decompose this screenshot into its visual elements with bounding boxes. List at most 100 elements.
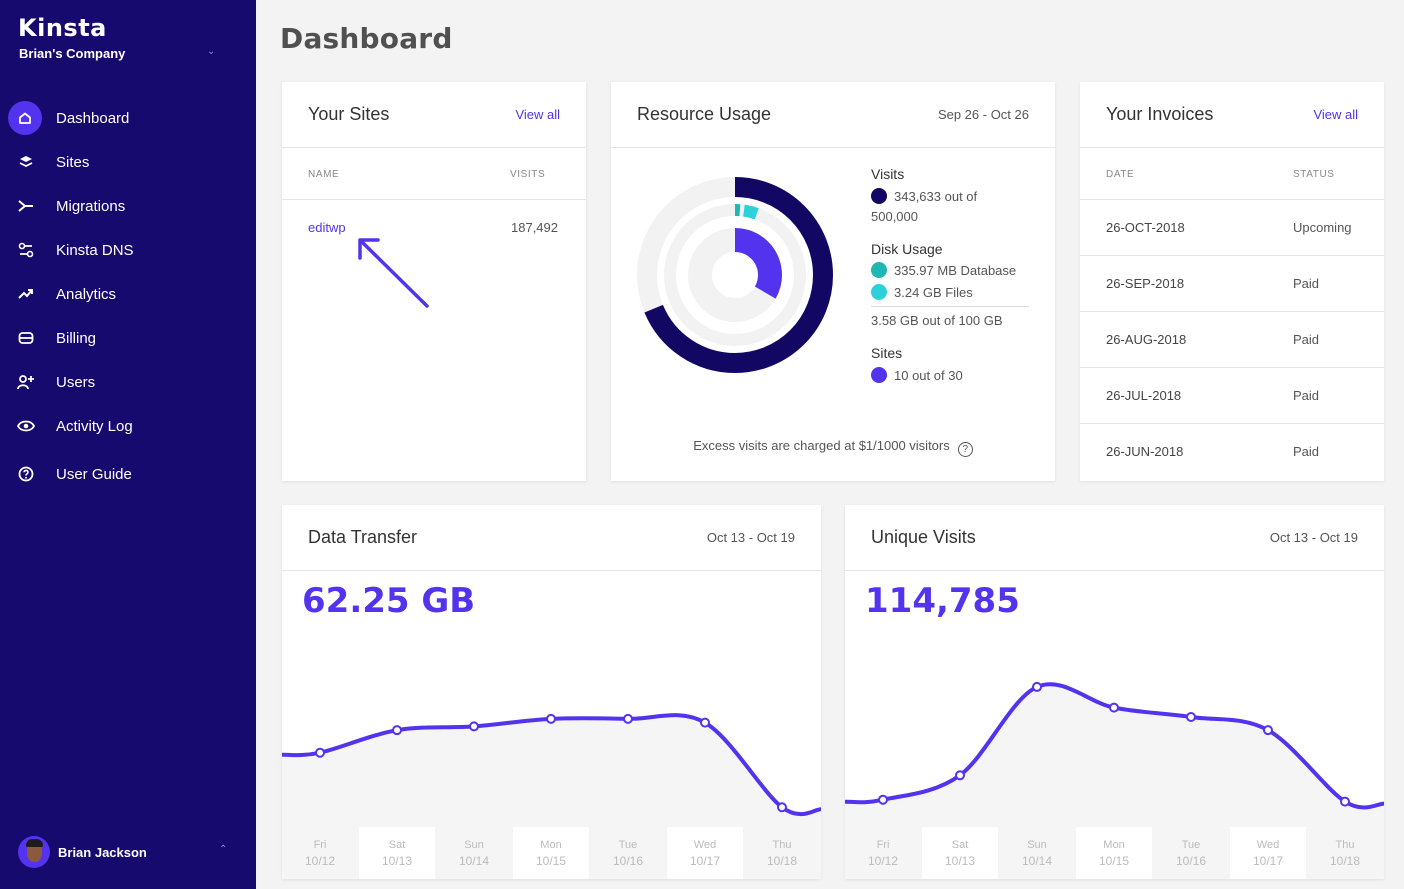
disk-total: 3.58 GB out of 100 GB bbox=[871, 313, 1003, 328]
visits-total: 500,000 bbox=[871, 209, 918, 224]
data-point[interactable] bbox=[1340, 796, 1350, 807]
table-row[interactable]: 26-OCT-2018 Upcoming bbox=[1080, 200, 1384, 256]
data-point[interactable] bbox=[777, 802, 787, 813]
data-point[interactable] bbox=[315, 747, 325, 758]
data-point[interactable] bbox=[623, 713, 633, 724]
kinsta-logo[interactable]: Kinsta bbox=[18, 14, 107, 42]
user-name: Brian Jackson bbox=[58, 844, 147, 860]
divider bbox=[871, 306, 1029, 307]
help-icon[interactable]: ? bbox=[957, 442, 973, 457]
card-header: Your Invoices View all bbox=[1080, 82, 1384, 148]
x-tick-day: Mon bbox=[540, 839, 561, 851]
x-tick-day: Sun bbox=[1027, 839, 1047, 851]
eye-icon bbox=[16, 416, 36, 436]
unique-visits-card: Unique Visits Oct 13 - Oct 19 114,785 Fr… bbox=[845, 505, 1384, 879]
x-tick-date: 10/15 bbox=[536, 854, 566, 868]
billing-icon bbox=[16, 328, 36, 348]
data-point[interactable] bbox=[469, 721, 479, 732]
data-point[interactable] bbox=[955, 770, 965, 781]
sidebar-item-label: Dashboard bbox=[56, 109, 130, 127]
column-header-date: DATE bbox=[1106, 169, 1135, 180]
unique-visits-chart: Fri 10/12 Sat 10/13 Sun 10/14 Mon 10/15 Tue 10/16… bbox=[845, 681, 1384, 879]
data-point[interactable] bbox=[1186, 712, 1196, 722]
data-transfer-card: Data Transfer Oct 13 - Oct 19 62.25 GB F… bbox=[282, 505, 821, 879]
invoice-date: 26-JUN-2018 bbox=[1106, 444, 1184, 459]
invoice-date: 26-OCT-2018 bbox=[1106, 220, 1185, 235]
table-row[interactable]: 26-JUN-2018 Paid bbox=[1080, 424, 1384, 480]
layers-icon bbox=[16, 152, 36, 172]
sidebar-item-label: Kinsta DNS bbox=[56, 241, 134, 259]
sidebar-item-label: Users bbox=[56, 373, 96, 391]
table-row[interactable]: 26-SEP-2018 Paid bbox=[1080, 256, 1384, 312]
table-header: DATE STATUS bbox=[1080, 148, 1384, 200]
x-tick-day: Fri bbox=[877, 839, 890, 851]
x-tick-date: 10/13 bbox=[945, 854, 975, 868]
x-tick-date: 10/14 bbox=[459, 854, 489, 868]
sidebar-item-user-guide[interactable]: User Guide bbox=[0, 452, 256, 496]
x-band bbox=[667, 827, 743, 879]
sidebar-item-analytics[interactable]: Analytics bbox=[0, 272, 256, 316]
sidebar-item-label: Migrations bbox=[56, 197, 126, 215]
x-tick-date: 10/18 bbox=[767, 854, 797, 868]
sidebar-item-label: User Guide bbox=[56, 465, 132, 483]
invoices-card: Your Invoices View all DATE STATUS 26-OC… bbox=[1080, 82, 1384, 481]
data-transfer-chart: Fri 10/12 Sat 10/13 Sun 10/14 Mon 10/15 Tue 10/16… bbox=[282, 713, 821, 879]
sites-card: Your Sites View all NAME VISITS editwp 1… bbox=[282, 82, 586, 481]
sidebar: Kinsta Brian's Company ⌄ Dashboard Sites… bbox=[0, 0, 256, 889]
database-value: 335.97 MB Database bbox=[894, 262, 1017, 278]
sidebar-item-activity-log[interactable]: Activity Log bbox=[0, 404, 256, 448]
resource-usage-card: Resource Usage Sep 26 - Oct 26 Visits 34… bbox=[611, 82, 1055, 481]
x-tick-date: 10/17 bbox=[690, 854, 720, 868]
chevron-up-icon[interactable]: ⌃ bbox=[219, 844, 227, 855]
sidebar-item-billing[interactable]: Billing bbox=[0, 316, 256, 360]
data-point[interactable] bbox=[878, 794, 888, 805]
database-dot bbox=[871, 262, 887, 278]
x-tick-date: 10/17 bbox=[1253, 854, 1283, 868]
x-tick-date: 10/16 bbox=[613, 854, 643, 868]
legend-disk-label: Disk Usage bbox=[871, 241, 943, 257]
add-user-icon bbox=[16, 372, 36, 392]
analytics-icon bbox=[16, 284, 36, 304]
data-point[interactable] bbox=[1032, 681, 1042, 692]
x-band bbox=[513, 827, 589, 879]
data-point[interactable] bbox=[1263, 725, 1273, 736]
x-band bbox=[1076, 827, 1152, 879]
sidebar-item-users[interactable]: Users bbox=[0, 360, 256, 404]
data-point[interactable] bbox=[546, 713, 556, 724]
x-tick-date: 10/16 bbox=[1176, 854, 1206, 868]
migrate-icon bbox=[16, 196, 36, 216]
home-icon bbox=[8, 101, 42, 135]
x-tick-date: 10/14 bbox=[1022, 854, 1052, 868]
x-tick-date: 10/12 bbox=[305, 854, 335, 868]
x-tick-day: Thu bbox=[1336, 839, 1355, 851]
user-menu[interactable]: Brian Jackson ⌃ bbox=[18, 836, 238, 868]
legend-visits: 343,633 out of bbox=[871, 188, 977, 204]
legend-sites-label: Sites bbox=[871, 345, 903, 361]
data-point[interactable] bbox=[392, 725, 402, 736]
excess-note: Excess visits are charged at $1/1000 vis… bbox=[611, 438, 1055, 457]
x-tick-date: 10/15 bbox=[1099, 854, 1129, 868]
legend-visits-label: Visits bbox=[871, 166, 905, 182]
x-tick-day: Mon bbox=[1103, 839, 1124, 851]
data-point[interactable] bbox=[1109, 702, 1119, 713]
page-title: Dashboard bbox=[280, 22, 453, 55]
company-selector[interactable]: Brian's Company bbox=[19, 46, 125, 61]
sidebar-item-dashboard[interactable]: Dashboard bbox=[0, 96, 256, 140]
table-row[interactable]: 26-JUL-2018 Paid bbox=[1080, 368, 1384, 424]
sidebar-item-migrations[interactable]: Migrations bbox=[0, 184, 256, 228]
pointer-arrow bbox=[358, 238, 429, 308]
sidebar-item-label: Sites bbox=[56, 153, 90, 171]
table-row[interactable]: 26-AUG-2018 Paid bbox=[1080, 312, 1384, 368]
sidebar-item-label: Activity Log bbox=[56, 417, 133, 435]
chevron-down-icon[interactable]: ⌄ bbox=[207, 46, 215, 57]
legend-sites: 10 out of 30 bbox=[871, 367, 963, 383]
x-band bbox=[359, 827, 435, 879]
sites-dot bbox=[871, 367, 887, 383]
sidebar-item-dns[interactable]: Kinsta DNS bbox=[0, 228, 256, 272]
dns-icon bbox=[16, 240, 36, 260]
help-icon bbox=[16, 464, 36, 484]
view-all-invoices-link[interactable]: View all bbox=[1313, 107, 1358, 122]
invoice-date: 26-JUL-2018 bbox=[1106, 388, 1182, 403]
sidebar-item-sites[interactable]: Sites bbox=[0, 140, 256, 184]
data-point[interactable] bbox=[700, 717, 710, 728]
